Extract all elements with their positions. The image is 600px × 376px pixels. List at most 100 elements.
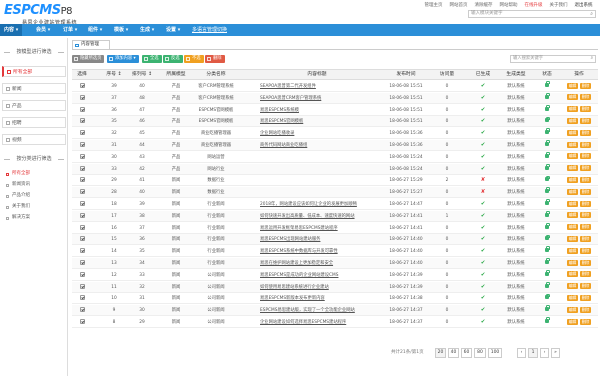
row-checkbox[interactable] [74, 93, 90, 104]
row-title[interactable]: 企业网站建设如何选择易思ESPCMS建站程序 [260, 317, 380, 328]
row-checkbox[interactable] [74, 199, 90, 210]
delete-row-button[interactable]: 删除 [579, 294, 592, 301]
row-checkbox[interactable] [74, 128, 90, 139]
row-checkbox[interactable] [74, 234, 90, 245]
row-status[interactable] [538, 317, 556, 328]
checkbox-icon[interactable] [79, 283, 85, 289]
table-row[interactable]: 39 40 产品 客户CRM管理系统 SEAPOA思普第二代开发组件 18-06-08 1… [72, 81, 598, 92]
row-title[interactable]: 商务代码网站商业吃播组 [260, 140, 380, 151]
table-row[interactable]: 29 41 新闻 数据行业 18-06-27 15:29 2 ✘ 默认系统 编辑 删除 [72, 175, 598, 187]
row-title[interactable]: 易思运用开发框架易思ESPCMS建站程序 [260, 223, 380, 234]
edit-button[interactable]: 编辑 [566, 271, 579, 278]
invert-selection-button[interactable]: 反选 [163, 55, 183, 63]
table-row[interactable]: 36 47 产品 ESPCMS官网模板 易思ESPCMS系统模 18-06-08 15:5… [72, 104, 598, 116]
page-size-60[interactable]: 60 [461, 348, 472, 358]
row-checkbox[interactable] [74, 81, 90, 92]
nav-item-content[interactable]: 内容 ▾ [0, 24, 23, 36]
top-link-site-home[interactable]: 网站首页 [446, 3, 471, 9]
select-all-button[interactable]: 全选 [142, 55, 162, 63]
row-status[interactable] [538, 269, 556, 281]
table-row[interactable]: 14 35 新闻 行业新闻 易思ESPCMS系统中数据库与开发可靠性 18-06-27 1… [72, 246, 598, 258]
title-link[interactable]: 易思运用开发框架易思ESPCMS建站程序 [260, 226, 338, 231]
delete-row-button[interactable]: 删除 [579, 224, 592, 231]
delete-row-button[interactable]: 删除 [579, 306, 592, 313]
nav-item-orders[interactable]: 订单 ▾ [63, 24, 77, 36]
lock-icon[interactable] [545, 163, 551, 170]
lock-icon[interactable] [545, 140, 551, 146]
checkbox-icon[interactable] [79, 165, 85, 171]
row-status[interactable] [538, 92, 556, 104]
top-link-clear-cache[interactable]: 清除缓存 [471, 3, 496, 9]
col-order[interactable]: 排列号 ↕ [130, 70, 154, 80]
row-title[interactable]: 易思ESPCMS官网模板 [260, 116, 380, 127]
sidebar-item-news[interactable]: 新闻 [2, 83, 66, 94]
checkbox-icon[interactable] [79, 307, 85, 313]
title-link[interactable]: 易思ESPCMS出现网站建站服务 [260, 237, 320, 242]
edit-button[interactable]: 编辑 [566, 200, 579, 207]
edit-button[interactable]: 编辑 [566, 82, 579, 89]
row-title[interactable]: 易思ESPCMS系统模 [260, 105, 380, 116]
lock-icon[interactable] [545, 175, 551, 182]
row-checkbox[interactable] [74, 211, 90, 222]
category-item-solutions[interactable]: 解决方案 [6, 214, 30, 222]
top-link-admin-home[interactable]: 管理主页 [421, 3, 446, 9]
title-link[interactable]: 易思ESPCMS是成功的企业网站建设CMS [260, 273, 338, 278]
row-title[interactable]: 易思ESPCMS出现网站建站服务 [260, 234, 380, 245]
title-link[interactable]: 如何快速开发出高质量、低成本、速度快速的网站 [260, 214, 355, 219]
row-status[interactable] [538, 246, 556, 257]
title-link[interactable]: 企业网站建设如何选择易思ESPCMS建站程序 [260, 320, 346, 325]
edit-button[interactable]: 编辑 [566, 117, 579, 124]
category-item-all[interactable]: 所有全部 [6, 170, 30, 178]
lock-icon[interactable] [545, 81, 551, 87]
checkbox-icon[interactable] [79, 236, 85, 242]
row-title[interactable] [260, 152, 380, 163]
row-status[interactable] [538, 140, 556, 151]
hide-selected-button[interactable]: 隐藏所选页 [72, 55, 105, 63]
category-item-about[interactable]: 关于我们 [6, 203, 30, 211]
row-status[interactable] [538, 293, 556, 304]
lock-icon[interactable] [545, 210, 551, 217]
row-checkbox[interactable] [74, 164, 90, 175]
lock-icon[interactable] [545, 128, 551, 135]
delete-row-button[interactable]: 删除 [579, 117, 592, 124]
table-row[interactable]: 9 30 新闻 公司新闻 ESPCMS易思建站版，实现了一个全功能企业网站 18-06-2… [72, 305, 598, 317]
title-link[interactable]: 易思在维护网站建设上更加稳定和安全 [260, 261, 333, 266]
row-checkbox[interactable] [74, 116, 90, 127]
sidebar-item-products[interactable]: 产品 [2, 100, 66, 111]
title-link[interactable]: 2018年，网站建设应该如何让企业的发展更加顺畅 [260, 202, 357, 207]
row-checkbox[interactable] [74, 223, 90, 234]
table-row[interactable]: 32 45 产品 商业吃播管理器 企业网站吃播收录 18-06-08 15:36 0 ✔ 默认系… [72, 128, 598, 140]
row-checkbox[interactable] [74, 293, 90, 304]
table-row[interactable]: 35 46 产品 ESPCMS官网模板 易思ESPCMS官网模板 18-06-08 15:… [72, 116, 598, 128]
table-row[interactable]: 28 40 新闻 数据行业 18-06-27 15:27 0 ✘ 默认系统 编辑 删除 [72, 187, 598, 199]
row-checkbox[interactable] [74, 305, 90, 316]
title-link[interactable]: SEAPOA思普第二代开发组件 [260, 84, 316, 89]
checkbox-icon[interactable] [79, 295, 85, 301]
row-title[interactable]: SEAPOA思普CRM客户管理系统 [260, 93, 380, 104]
lock-icon[interactable] [545, 234, 551, 241]
checkbox-icon[interactable] [79, 248, 85, 254]
row-status[interactable] [538, 305, 556, 316]
edit-button[interactable]: 编辑 [566, 306, 579, 313]
edit-button[interactable]: 编辑 [566, 294, 579, 301]
checkbox-icon[interactable] [79, 142, 85, 147]
row-status[interactable] [538, 258, 556, 269]
title-link[interactable]: 企业网站吃播收录 [260, 131, 294, 136]
edit-button[interactable]: 编辑 [566, 106, 579, 113]
checkbox-icon[interactable] [79, 130, 85, 136]
table-row[interactable]: 8 29 新闻 公司新闻 企业网站建设如何选择易思ESPCMS建站程序 18-06-27 … [72, 317, 598, 328]
row-checkbox[interactable] [74, 282, 90, 293]
next-page-button[interactable]: › [540, 348, 549, 358]
sidebar-item-all[interactable]: 所有全部 [2, 66, 66, 77]
nav-item-components[interactable]: 组件 ▾ [88, 24, 102, 36]
edit-button[interactable]: 编辑 [566, 129, 579, 136]
lock-icon[interactable] [545, 317, 551, 323]
top-link-help[interactable]: 网站帮助 [496, 3, 521, 9]
content-search-input[interactable]: 输入搜索关键字 ⌕ [510, 55, 596, 63]
row-title[interactable] [260, 175, 380, 186]
edit-button[interactable]: 编辑 [566, 188, 579, 195]
sidebar-item-video[interactable]: 视频 [2, 134, 66, 145]
page-size-100[interactable]: 100 [488, 348, 502, 358]
title-link[interactable]: ESPCMS易思建站版，实现了一个全功能企业网站 [260, 308, 355, 313]
row-status[interactable] [538, 234, 556, 245]
